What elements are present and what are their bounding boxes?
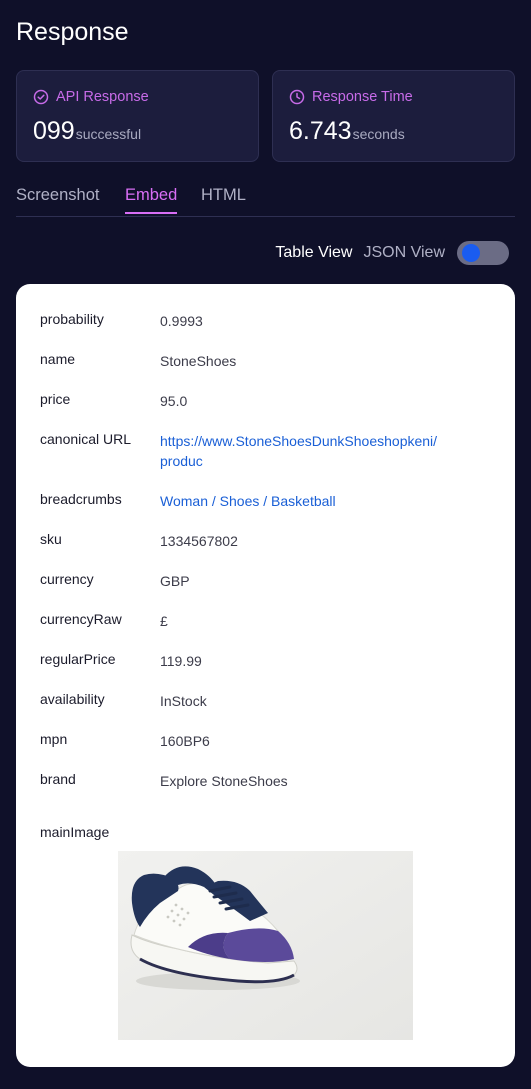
canonical-url-link[interactable]: https://www.StoneShoesDunkShoeshopkeni/ … <box>160 431 490 471</box>
breadcrumb-item-shoes[interactable]: Shoes <box>220 493 260 509</box>
sneaker-image-icon <box>118 851 413 1040</box>
api-response-header: API Response <box>33 89 149 105</box>
api-response-value: 099 successful <box>33 117 141 146</box>
field-key: regularPrice <box>40 651 116 667</box>
breadcrumb-separator: / <box>263 493 268 509</box>
response-time-label: Response Time <box>312 89 413 105</box>
api-response-count: 099 <box>33 117 75 145</box>
breadcrumb: Woman / Shoes / Basketball <box>160 491 490 511</box>
api-response-unit: successful <box>75 126 142 142</box>
tab-screenshot[interactable]: Screenshot <box>16 186 99 212</box>
breadcrumb-item-basketball[interactable]: Basketball <box>271 493 336 509</box>
clock-icon <box>289 89 305 105</box>
field-value: GBP <box>160 573 190 589</box>
breadcrumb-item-woman[interactable]: Woman <box>160 493 208 509</box>
page-title: Response <box>16 18 129 46</box>
tab-embed[interactable]: Embed <box>125 186 178 214</box>
check-circle-icon <box>33 89 49 105</box>
field-key: canonical URL <box>40 431 132 447</box>
field-key: name <box>40 351 76 367</box>
field-value: 95.0 <box>160 393 188 409</box>
response-time-unit: seconds <box>352 126 405 142</box>
field-key: breadcrumbs <box>40 491 122 507</box>
api-response-label: API Response <box>56 89 149 105</box>
tab-html[interactable]: HTML <box>201 186 246 212</box>
field-key: availability <box>40 691 105 707</box>
response-time-header: Response Time <box>289 89 413 105</box>
response-time-value: 6.743 seconds <box>289 117 405 146</box>
field-value: Explore StoneShoes <box>160 773 288 789</box>
field-key: brand <box>40 771 76 787</box>
json-view-option[interactable]: JSON View <box>363 244 445 262</box>
canonical-url-line2: produc <box>160 453 203 469</box>
view-toggle: Table View JSON View <box>275 241 509 265</box>
response-time-number: 6.743 <box>289 117 352 145</box>
field-value: StoneShoes <box>160 353 237 369</box>
main-image <box>118 851 413 1040</box>
field-value: 119.99 <box>160 653 202 669</box>
api-response-card: API Response 099 successful <box>16 70 259 162</box>
field-value: InStock <box>160 693 207 709</box>
switch-knob <box>462 244 480 262</box>
field-key: currencyRaw <box>40 611 122 627</box>
field-value: 0.9993 <box>160 313 203 329</box>
field-value: 1334567802 <box>160 533 238 549</box>
breadcrumb-separator: / <box>211 493 216 509</box>
table-view-option[interactable]: Table View <box>275 244 352 262</box>
main-image-label: mainImage <box>40 824 110 840</box>
view-switch[interactable] <box>457 241 509 265</box>
field-key: currency <box>40 571 94 587</box>
field-value: £ <box>160 613 168 629</box>
field-key: mpn <box>40 731 68 747</box>
field-key: sku <box>40 531 62 547</box>
field-key: price <box>40 391 71 407</box>
response-time-card: Response Time 6.743 seconds <box>272 70 515 162</box>
field-value: 160BP6 <box>160 733 210 749</box>
response-page: Response API Response 099 successful Res… <box>0 0 531 1089</box>
embed-result-panel: probability 0.9993 name StoneShoes price… <box>16 284 515 1067</box>
result-tabs: Screenshot Embed HTML <box>16 184 515 217</box>
field-key: probability <box>40 311 104 327</box>
canonical-url-line1: https://www.StoneShoesDunkShoeshopkeni/ <box>160 433 438 449</box>
